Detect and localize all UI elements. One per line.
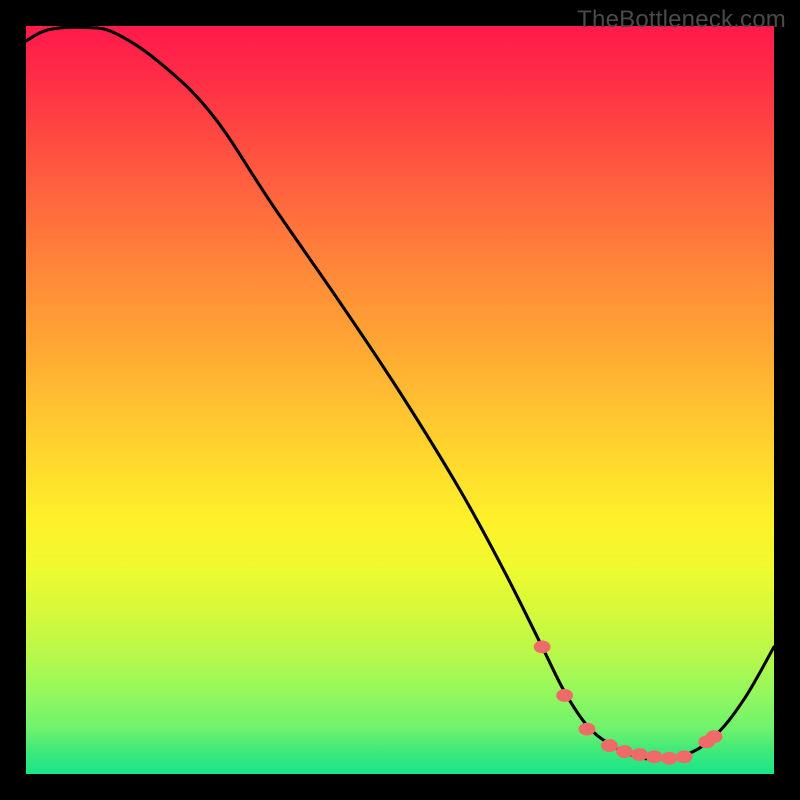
watermark-text: TheBottleneck.com (577, 6, 786, 34)
chart-frame: TheBottleneck.com (0, 0, 800, 800)
curve-svg (26, 26, 774, 774)
trough-marker (676, 750, 693, 763)
trough-marker (661, 752, 678, 765)
trough-marker (706, 730, 723, 743)
trough-marker (601, 739, 618, 752)
marker-group (534, 640, 723, 764)
trough-marker (579, 723, 596, 736)
trough-marker (534, 640, 551, 653)
trough-marker (631, 748, 648, 761)
trough-marker (646, 750, 663, 763)
plot-area (26, 26, 774, 774)
trough-marker (616, 745, 633, 758)
bottleneck-curve (26, 27, 774, 759)
trough-marker (556, 689, 573, 702)
